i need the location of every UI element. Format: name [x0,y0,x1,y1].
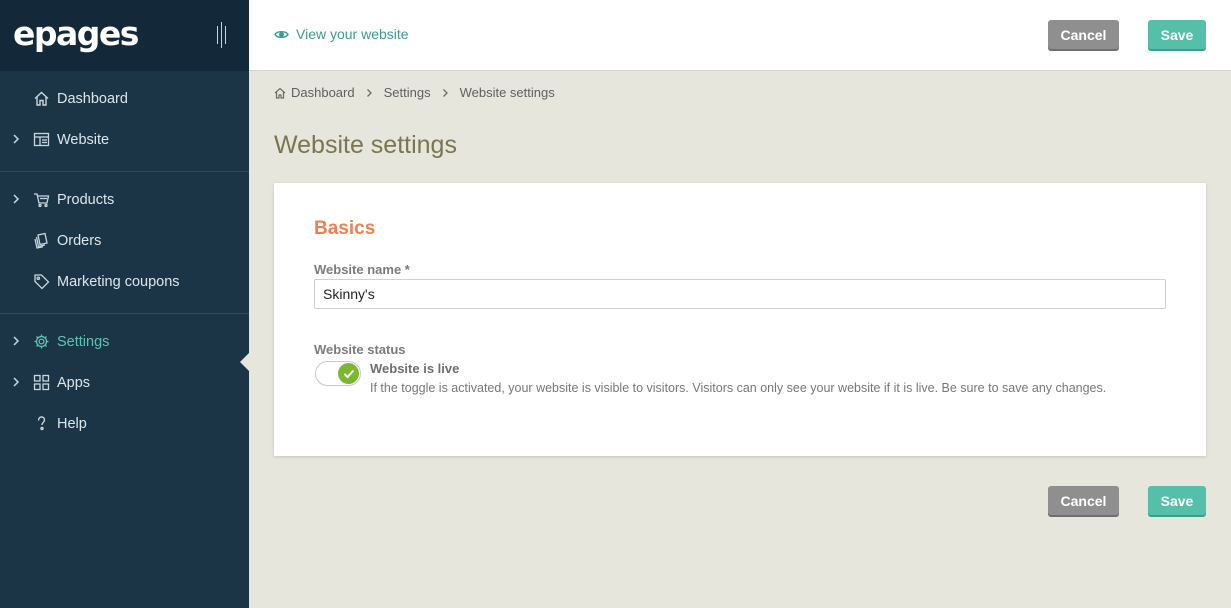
nav-group-commerce: Products Orders Marketing coupons [0,172,249,314]
sidebar-item-settings[interactable]: Settings [0,321,249,362]
save-button-top[interactable]: Save [1148,20,1206,49]
sidebar-item-label: Settings [57,333,110,350]
website-name-input[interactable] [314,279,1166,309]
tag-icon [34,274,50,290]
sidebar-item-label: Products [57,191,115,208]
chevron-right-icon [13,194,20,204]
chevron-right-icon [13,336,20,346]
view-website-label: View your website [296,26,409,42]
home-icon [34,91,49,106]
cancel-button-top[interactable]: Cancel [1048,20,1119,49]
toggle-help-text: If the toggle is activated, your website… [370,381,1107,395]
chevron-right-icon [442,88,448,97]
sidebar-item-products[interactable]: Products [0,179,249,220]
website-live-toggle[interactable] [315,361,361,386]
home-icon [274,87,286,99]
nav-group-main: Dashboard Website [0,71,249,172]
toggle-knob [338,363,359,384]
breadcrumb-settings[interactable]: Settings [384,85,431,100]
sidebar-collapse-handle[interactable] [217,22,227,48]
sidebar-item-label: Apps [57,374,91,391]
save-button-bottom[interactable]: Save [1148,486,1206,515]
topbar: View your website Cancel Save [249,0,1231,71]
chevron-right-icon [13,377,20,387]
website-name-label: Website name * [314,262,410,277]
sidebar-item-dashboard[interactable]: Dashboard [0,78,249,119]
sidebar-item-label: Dashboard [57,90,128,107]
view-website-link[interactable]: View your website [274,26,409,42]
page-title: Website settings [274,131,457,159]
cancel-button-bottom[interactable]: Cancel [1048,486,1119,515]
active-indicator [240,353,249,371]
cart-icon [34,193,50,208]
sidebar: epages Dashboard Website Products Orders… [0,0,249,608]
gear-icon [34,334,49,349]
grid-icon [33,374,50,391]
eye-icon [274,30,289,38]
settings-card: Basics Website name * Website status Web… [274,183,1206,456]
breadcrumb: Dashboard Settings Website settings [274,85,555,100]
sidebar-item-marketing-coupons[interactable]: Marketing coupons [0,261,249,302]
brand-header: epages [0,0,249,71]
sidebar-item-label: Marketing coupons [57,273,180,290]
toggle-label: Website is live [370,361,460,376]
sidebar-item-label: Website [57,131,110,148]
section-title: Basics [314,218,376,239]
sidebar-item-label: Orders [57,232,102,249]
check-icon [343,369,354,378]
sidebar-item-website[interactable]: Website [0,119,249,160]
breadcrumb-current: Website settings [459,85,555,100]
sidebar-item-help[interactable]: Help [0,403,249,444]
website-status-label: Website status [314,342,406,357]
sidebar-item-label: Help [57,415,87,432]
layout-icon [33,132,50,147]
sidebar-item-orders[interactable]: Orders [0,220,249,261]
chevron-right-icon [366,88,372,97]
chevron-right-icon [13,134,20,144]
nav-group-system: Settings Apps Help [0,314,249,455]
help-icon [37,416,46,431]
sidebar-item-apps[interactable]: Apps [0,362,249,403]
breadcrumb-dashboard[interactable]: Dashboard [291,85,355,100]
epages-logo[interactable]: epages [13,14,139,53]
orders-icon [34,232,48,249]
